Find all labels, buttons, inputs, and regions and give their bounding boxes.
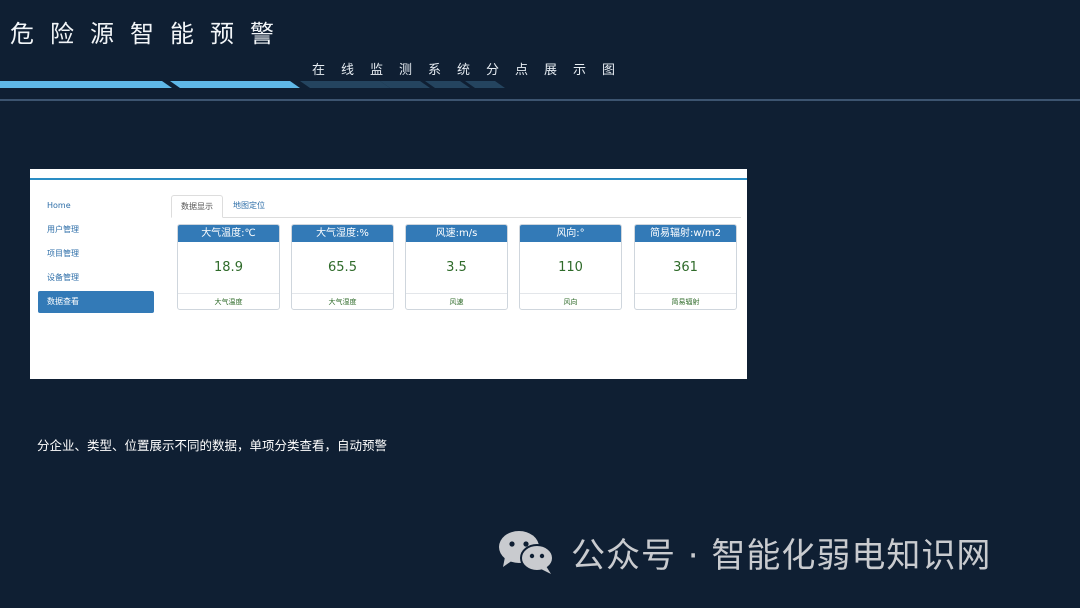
card-footer: 简易辐射 bbox=[671, 298, 700, 306]
sensor-card-simple-radiation[interactable]: 简易辐射:w/m2 361 简易辐射 bbox=[634, 224, 737, 310]
sidebar-item-data-view[interactable]: 数据查看 bbox=[38, 291, 154, 313]
sidebar-item-user-management[interactable]: 用户管理 bbox=[38, 218, 154, 242]
header-decoration bbox=[0, 81, 1080, 101]
page-subtitle: 在线监测系统分点展示图 bbox=[312, 63, 632, 78]
card-title: 简易辐射:w/m2 bbox=[635, 225, 736, 242]
tab-data-display[interactable]: 数据显示 bbox=[171, 195, 223, 218]
card-value: 18.9 bbox=[178, 242, 279, 294]
card-footer: 大气湿度 bbox=[328, 298, 357, 306]
watermark-text: 公众号 · 智能化弱电知识网 bbox=[571, 535, 992, 576]
card-title: 风速:m/s bbox=[406, 225, 507, 242]
card-value: 361 bbox=[635, 242, 736, 294]
card-value: 65.5 bbox=[292, 242, 393, 294]
caption-text: 分企业、类型、位置展示不同的数据，单项分类查看，自动预警 bbox=[37, 438, 388, 453]
card-title: 风向:° bbox=[520, 225, 621, 242]
watermark: 公众号 · 智能化弱电知识网 bbox=[497, 527, 991, 577]
page-title: 危险源智能预警 bbox=[10, 20, 290, 48]
sidebar-nav: Home 用户管理 项目管理 设备管理 数据查看 bbox=[38, 194, 154, 313]
card-title: 大气温度:℃ bbox=[178, 225, 279, 242]
system-screenshot: Home 用户管理 项目管理 设备管理 数据查看 数据显示 地图定位 大气温度:… bbox=[30, 169, 747, 379]
card-footer: 风向 bbox=[563, 298, 578, 306]
sensor-card-wind-speed[interactable]: 风速:m/s 3.5 风速 bbox=[405, 224, 508, 310]
sidebar-item-device-management[interactable]: 设备管理 bbox=[38, 266, 154, 290]
card-footer: 大气温度 bbox=[214, 298, 243, 306]
card-value: 110 bbox=[520, 242, 621, 294]
sensor-card-air-temperature[interactable]: 大气温度:℃ 18.9 大气温度 bbox=[177, 224, 280, 310]
sidebar-item-project-management[interactable]: 项目管理 bbox=[38, 242, 154, 266]
sensor-card-air-humidity[interactable]: 大气湿度:% 65.5 大气湿度 bbox=[291, 224, 394, 310]
tab-map-location[interactable]: 地图定位 bbox=[224, 195, 274, 217]
card-title: 大气湿度:% bbox=[292, 225, 393, 242]
sensor-card-wind-direction[interactable]: 风向:° 110 风向 bbox=[519, 224, 622, 310]
sidebar-item-home[interactable]: Home bbox=[38, 194, 154, 218]
tab-bar: 数据显示 地图定位 bbox=[171, 195, 741, 218]
card-value: 3.5 bbox=[406, 242, 507, 294]
wechat-icon bbox=[499, 531, 554, 574]
top-accent-line bbox=[30, 178, 747, 180]
card-footer: 风速 bbox=[449, 298, 464, 306]
